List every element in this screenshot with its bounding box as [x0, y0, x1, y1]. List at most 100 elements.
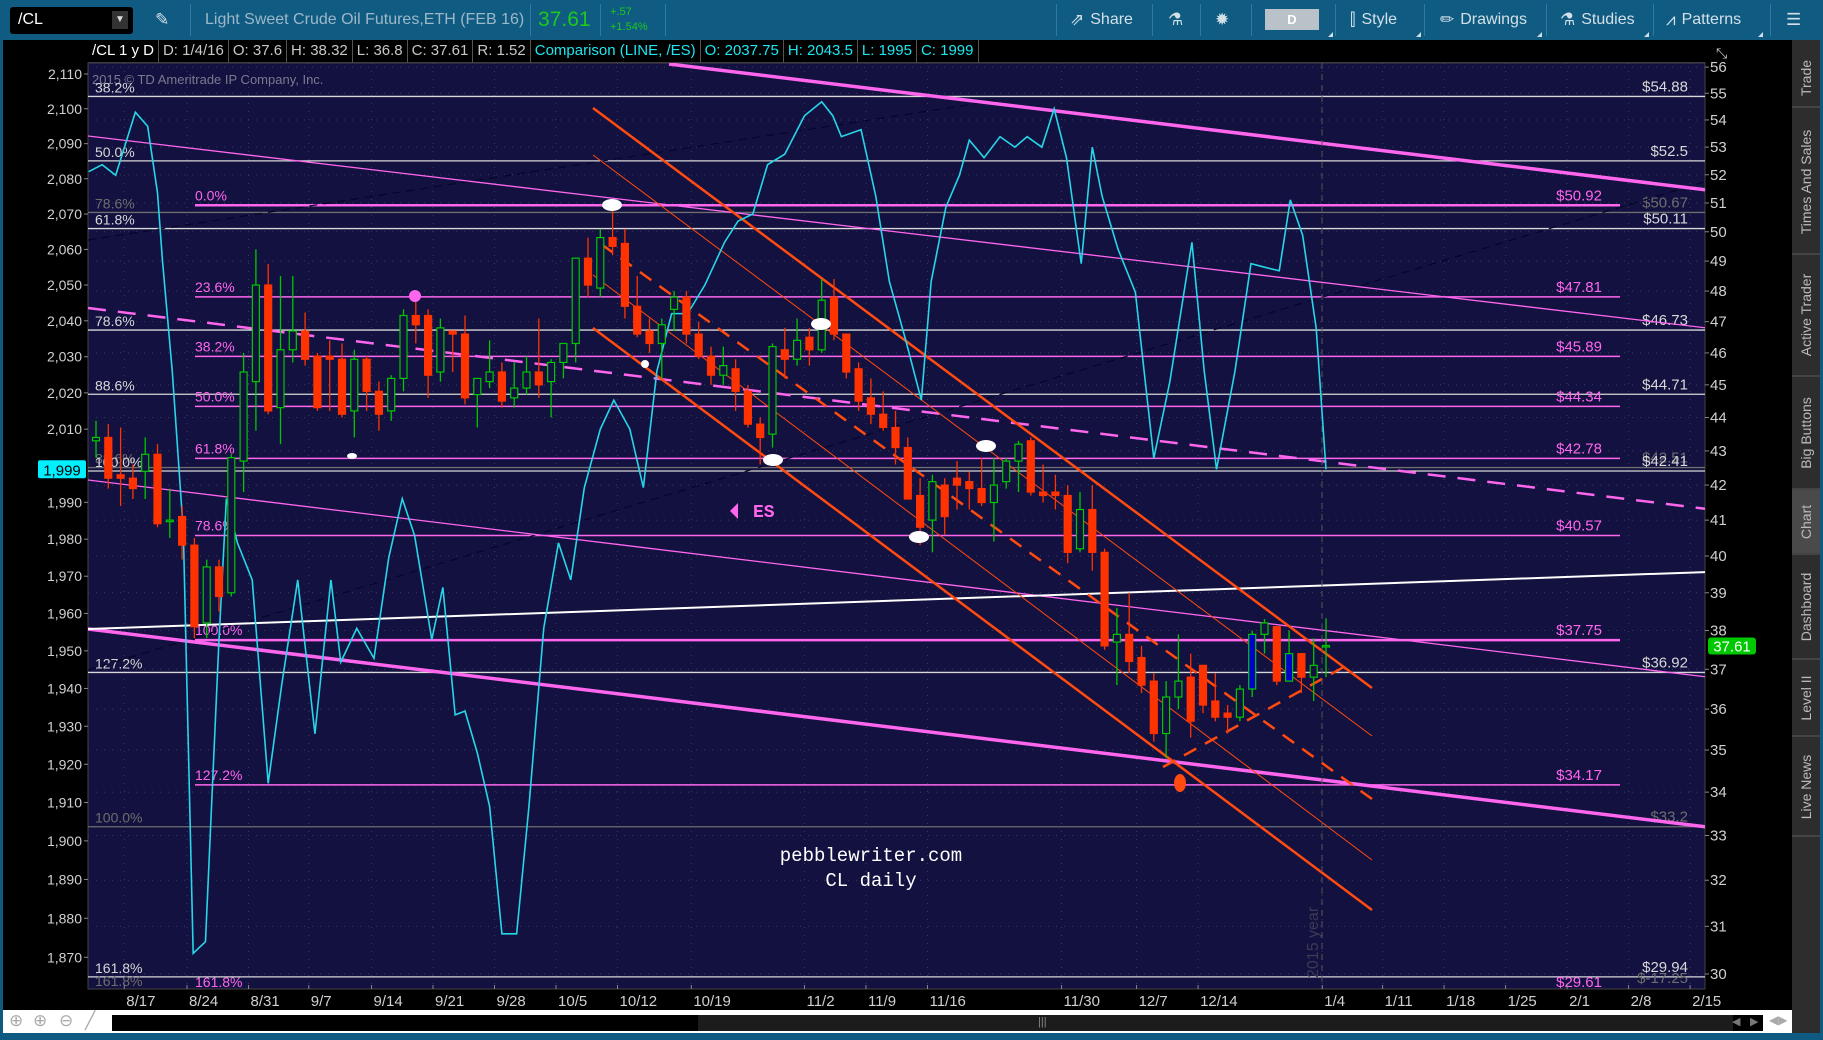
sidebar-tab-big-buttons[interactable]: Big Buttons	[1792, 378, 1820, 490]
candle-down	[842, 333, 851, 373]
candle-up	[91, 436, 101, 442]
sidebar-tab-active-trader[interactable]: Active Trader	[1792, 255, 1820, 377]
candle-down	[977, 487, 986, 504]
candle-down	[128, 477, 137, 490]
fib-price-label: $50.92	[1556, 187, 1602, 204]
fib-percent-label: 50.0%	[195, 388, 235, 404]
candle-down	[891, 426, 900, 449]
candle-down	[1297, 653, 1306, 678]
candle-down	[497, 371, 506, 402]
sidebar-tab-level-ii[interactable]: Level II	[1792, 660, 1820, 737]
tab-label: Dashboard	[1798, 572, 1814, 642]
date-axis-label: 10/19	[693, 993, 731, 1010]
price-chart[interactable]: 2015 © TD Ameritrade IP Company, Inc.38.…	[0, 0, 1823, 1040]
scroll-right-icon[interactable]: ▶	[1750, 1015, 1758, 1028]
candle-up	[657, 324, 666, 345]
candle-down	[1088, 508, 1097, 553]
level-percent-label: 50.0%	[95, 144, 135, 160]
candle-down	[915, 494, 925, 528]
candle-down	[1198, 664, 1208, 706]
right-axis-label: 56	[1710, 59, 1727, 76]
level-percent-label: 88.6%	[95, 377, 135, 393]
candle-up	[1260, 622, 1269, 635]
date-axis-label: 9/7	[311, 993, 332, 1010]
right-axis-label: 53	[1710, 139, 1727, 156]
date-axis-label: 10/5	[558, 993, 587, 1010]
draw-line-icon[interactable]: ╱	[85, 1011, 95, 1031]
left-axis-label: 1,990	[47, 494, 82, 510]
scrollbar-thumb[interactable]: |||	[698, 1015, 1733, 1031]
sidebar-tab-dashboard[interactable]: Dashboard	[1792, 556, 1820, 660]
candle-down	[1026, 440, 1035, 493]
candle-down	[374, 390, 383, 415]
candle-up	[1161, 696, 1171, 735]
left-axis-label: 2,030	[47, 349, 82, 365]
right-axis-label: 36	[1710, 701, 1727, 718]
candle-up	[546, 361, 556, 383]
sidebar-tab-live-news[interactable]: Live News	[1792, 738, 1820, 837]
candle-down	[424, 314, 433, 376]
scroll-left-icon[interactable]: ◀	[1732, 1015, 1740, 1028]
sidebar-tab-trade[interactable]: Trade	[1792, 50, 1820, 108]
candle-down	[448, 330, 457, 335]
right-axis-label: 55	[1710, 85, 1727, 102]
right-axis-label: 51	[1710, 195, 1727, 212]
level-percent-label: 127.2%	[95, 655, 142, 671]
horizontal-scrollbar[interactable]: ||| ◀ ▶	[112, 1015, 1763, 1031]
candle-down	[965, 481, 974, 490]
fib-price-label: $40.57	[1556, 517, 1602, 534]
date-axis-label: 11/30	[1064, 993, 1100, 1010]
right-axis-label: 40	[1710, 548, 1727, 565]
candle-down	[301, 330, 310, 360]
date-axis-label: 1/18	[1446, 993, 1475, 1010]
level-percent-label: 38.2%	[95, 79, 135, 95]
candle-up	[1075, 508, 1085, 550]
candle-up	[399, 314, 408, 380]
expand-scroll-icon[interactable]: ◀▶	[1769, 1013, 1787, 1027]
candle-up	[227, 457, 236, 594]
fib-percent-label: 0.0%	[195, 187, 227, 203]
right-axis-label: 33	[1710, 828, 1727, 845]
candle-up	[792, 339, 802, 360]
sidebar-tab-times-and-sales[interactable]: Times And Sales	[1792, 110, 1820, 255]
date-axis-label: 11/2	[806, 993, 834, 1010]
candle-down	[116, 474, 125, 479]
candle-down	[337, 358, 347, 415]
fib-price-label: $47.81	[1556, 279, 1602, 296]
level-percent-label: 100.0%	[95, 454, 142, 470]
candle-down	[879, 413, 888, 429]
candle-up	[510, 387, 519, 399]
candle-up	[989, 484, 999, 504]
right-axis-label: 38	[1710, 623, 1727, 640]
crosshair-icon[interactable]: ⊕	[9, 1011, 23, 1031]
candle-down	[694, 333, 703, 357]
candle-down	[104, 436, 113, 479]
candle-down	[1038, 491, 1048, 497]
tab-label: Active Trader	[1798, 273, 1814, 357]
left-axis-label: 2,040	[47, 313, 82, 329]
fib-price-label: $34.17	[1556, 767, 1602, 784]
candle-down	[534, 371, 543, 386]
date-axis-label: 9/21	[435, 993, 464, 1010]
left-axis-label: 1,970	[47, 568, 82, 584]
candle-down	[362, 358, 371, 392]
sidebar-tab-chart[interactable]: Chart	[1792, 490, 1820, 555]
right-sidebar: Trade Times And Sales Active Trader Big But…	[1792, 40, 1820, 1033]
candle-up	[1284, 653, 1294, 682]
right-axis-label: 32	[1710, 872, 1727, 889]
candle-down	[264, 284, 273, 412]
candle-up	[165, 519, 174, 523]
right-axis-label: 35	[1710, 742, 1727, 759]
left-axis-label: 2,050	[47, 277, 82, 293]
candle-up	[276, 349, 285, 409]
zoom-out-icon[interactable]: ⊖	[59, 1011, 73, 1031]
zoom-in-icon[interactable]: ⊕	[33, 1011, 47, 1031]
autoscale-icon: ⤡	[1716, 45, 1727, 61]
candle-down	[608, 236, 617, 247]
date-axis-label: 11/16	[929, 993, 965, 1010]
right-axis-label: 44	[1710, 410, 1727, 427]
candle-down	[1272, 626, 1281, 682]
candle-up	[1112, 633, 1122, 643]
candle-up	[768, 346, 777, 435]
candle-down	[706, 355, 716, 376]
